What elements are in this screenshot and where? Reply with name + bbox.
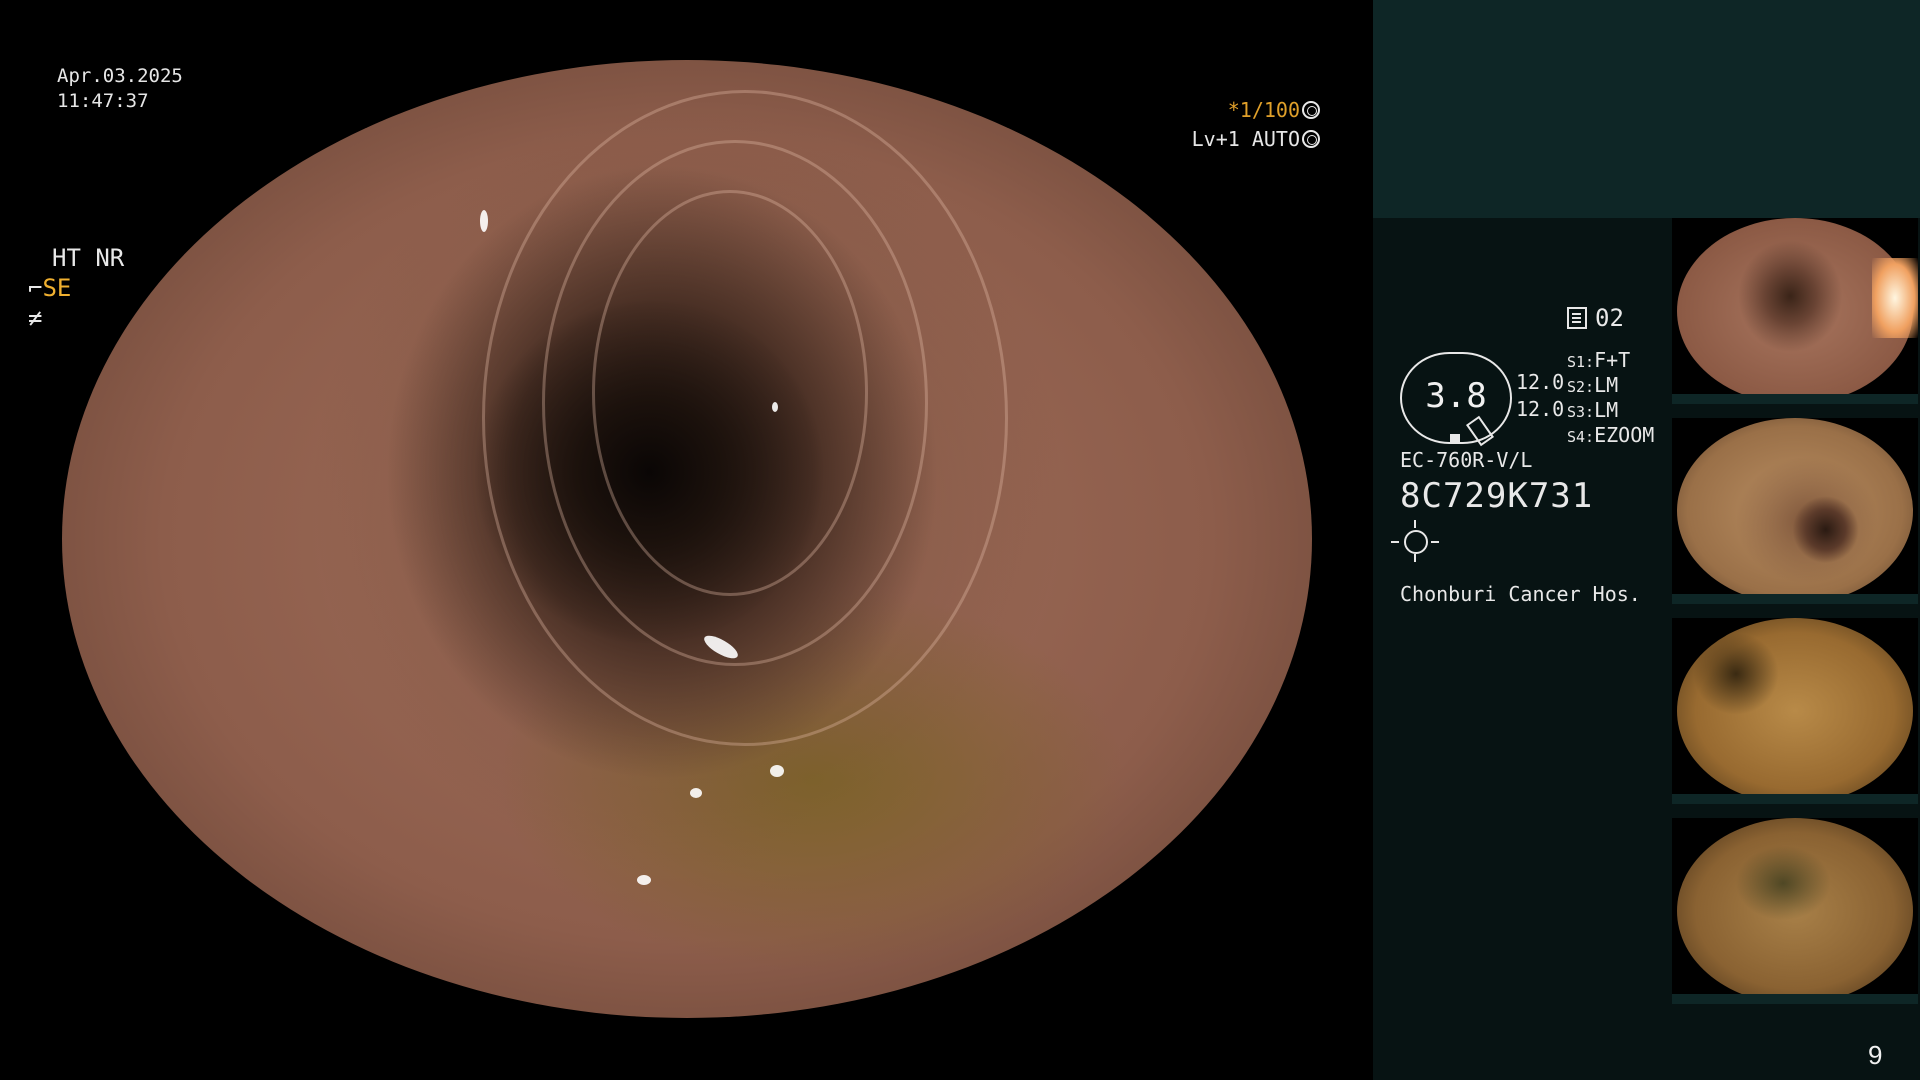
switch-setting-2: S2:LM bbox=[1567, 373, 1618, 397]
setting-value-a: 12.0 bbox=[1516, 370, 1565, 394]
structure-icon: ⌐ bbox=[28, 274, 43, 302]
switch-value: F+T bbox=[1594, 348, 1631, 372]
light-glare bbox=[1872, 258, 1918, 338]
iris-icon bbox=[1302, 130, 1320, 148]
light-reflection bbox=[770, 765, 784, 777]
switch-key: S2: bbox=[1567, 378, 1595, 396]
switch-setting-3: S3:LM bbox=[1567, 398, 1618, 422]
thumbnail-caption bbox=[1672, 794, 1918, 804]
switch-setting-1: S1:F+T bbox=[1567, 348, 1630, 372]
shutter-value: 1/100 bbox=[1239, 98, 1300, 122]
thumbnail-image bbox=[1677, 618, 1913, 804]
setting-value-b: 12.0 bbox=[1516, 397, 1565, 421]
structure-enhancement: ⌐SE bbox=[28, 274, 71, 302]
thumbnail-image bbox=[1677, 418, 1913, 604]
thumbnail-2[interactable] bbox=[1672, 418, 1918, 604]
light-reflection bbox=[772, 402, 778, 412]
thumbnail-caption bbox=[1672, 594, 1918, 604]
light-reflection bbox=[637, 875, 651, 885]
light-reflection bbox=[480, 210, 488, 232]
light-reflection bbox=[690, 788, 702, 798]
shutter-indicator: *1/100 bbox=[1160, 98, 1320, 123]
endoscopy-main-view: Apr.03.2025 11:47:37 *1/100 Lv+1 AUTO bbox=[0, 0, 1373, 1080]
capture-date: Apr.03.2025 bbox=[57, 65, 183, 87]
page-indicator: 02 bbox=[1567, 304, 1624, 332]
side-panel-header bbox=[1373, 0, 1920, 218]
switch-setting-4: S4:EZOOM bbox=[1567, 423, 1654, 447]
image-mode: HT NR bbox=[52, 244, 125, 272]
shutter-prefix: * bbox=[1227, 98, 1240, 122]
mucosal-fold bbox=[592, 190, 868, 596]
thumbnail-1[interactable] bbox=[1672, 218, 1918, 404]
switch-key: S1: bbox=[1567, 353, 1595, 371]
shutter-icon bbox=[1302, 101, 1320, 119]
thumbnail-3[interactable] bbox=[1672, 618, 1918, 804]
thumbnail-image bbox=[1677, 818, 1913, 1004]
level-indicator: Lv+1 AUTO bbox=[1160, 127, 1320, 152]
zoom-value: 3.8 bbox=[1425, 376, 1487, 416]
zoom-badge: 3.8 bbox=[1400, 352, 1512, 447]
se-label: SE bbox=[42, 274, 72, 302]
switch-value: LM bbox=[1594, 373, 1619, 397]
switch-value: LM bbox=[1594, 398, 1619, 422]
switch-key: S4: bbox=[1567, 428, 1595, 446]
document-icon bbox=[1567, 307, 1587, 329]
switch-key: S3: bbox=[1567, 403, 1595, 421]
scope-model: EC-760R-V/L bbox=[1400, 448, 1533, 472]
thumbnail-caption bbox=[1672, 994, 1918, 1004]
thumbnail-caption bbox=[1672, 394, 1918, 404]
thumbnail-4[interactable] bbox=[1672, 818, 1918, 1004]
slide-number: 9 bbox=[1868, 1040, 1883, 1070]
brightness-icon bbox=[1391, 520, 1439, 562]
capture-datetime: Apr.03.2025 11:47:37 bbox=[57, 64, 183, 114]
capture-time: 11:47:37 bbox=[57, 90, 149, 112]
hospital-name: Chonburi Cancer Hos. bbox=[1400, 582, 1641, 606]
scope-serial: 8C729K731 bbox=[1400, 476, 1594, 516]
zoom-foot-icon bbox=[1450, 434, 1460, 442]
level-auto-text: Lv+1 AUTO bbox=[1191, 127, 1300, 151]
switch-value: EZOOM bbox=[1594, 423, 1655, 447]
page-index: 02 bbox=[1595, 304, 1624, 332]
endoscopic-image bbox=[62, 60, 1312, 1018]
color-mode-icon: ≠ bbox=[28, 304, 43, 332]
